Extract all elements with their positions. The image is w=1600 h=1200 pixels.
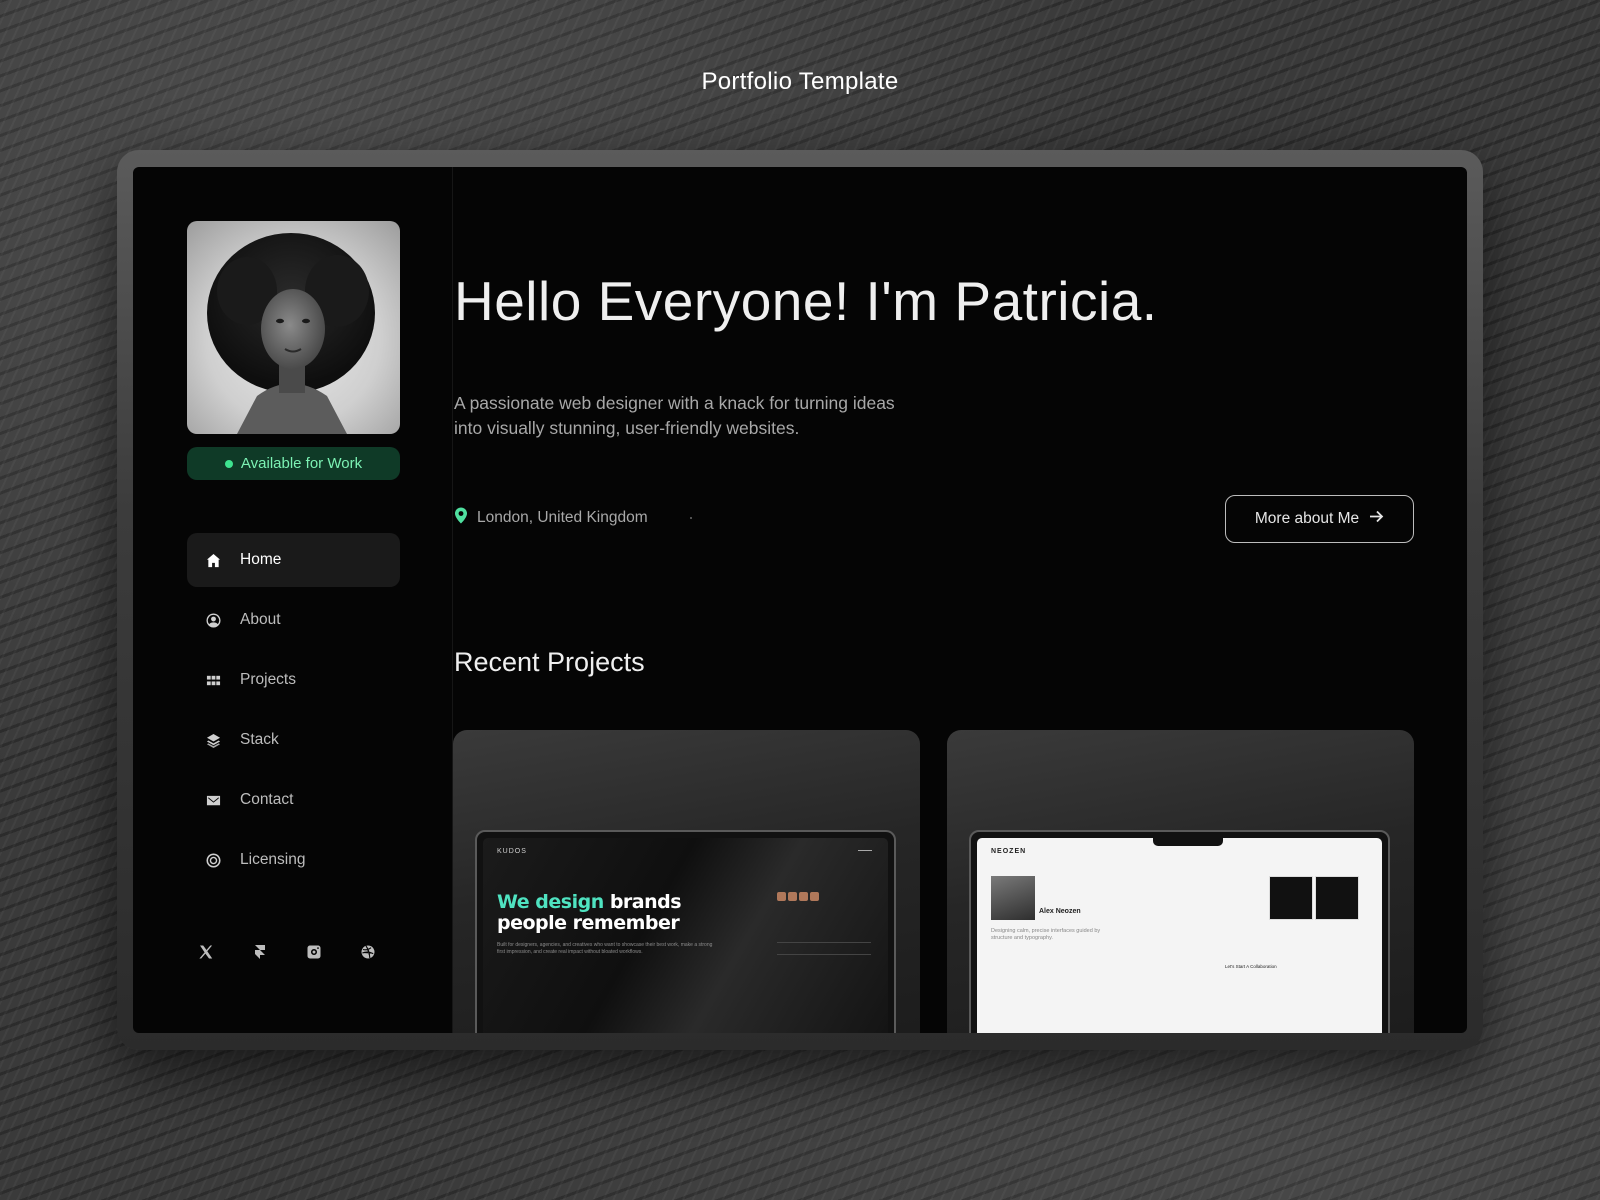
sidebar-item-licensing[interactable]: Licensing (187, 833, 400, 887)
thumbnail (810, 892, 819, 901)
availability-badge: Available for Work (187, 447, 400, 480)
divider (777, 942, 871, 943)
project-card-kudos[interactable]: KUDOS We design brands people remember B… (453, 730, 920, 1033)
location-label: London, United Kingdom (477, 509, 648, 526)
headline-rest: brands (603, 891, 682, 913)
hero-description: A passionate web designer with a knack f… (454, 393, 895, 438)
sidebar-item-label: Projects (240, 671, 296, 688)
headline-line2: people remember (497, 912, 680, 934)
dribbble-icon[interactable] (359, 943, 377, 961)
kudos-headline: We design brands people remember (497, 891, 682, 934)
thumbnail (777, 892, 786, 901)
user-circle-icon (205, 612, 222, 629)
sidebar-item-label: Home (240, 551, 282, 568)
recent-projects-title: Recent Projects (454, 647, 645, 677)
sidebar-item-about[interactable]: About (187, 593, 400, 647)
neozen-logo: NEOZEN (991, 848, 1027, 855)
availability-label: Available for Work (240, 455, 363, 472)
home-icon (205, 552, 222, 569)
laptop-screen: KUDOS We design brands people remember B… (483, 838, 888, 1033)
avatar (187, 221, 400, 434)
camera-notch (1153, 838, 1223, 846)
menu-icon (858, 850, 872, 851)
portrait-photo (207, 233, 375, 434)
social-links (197, 943, 377, 961)
arrow-right-icon (1369, 510, 1384, 528)
x-icon[interactable] (197, 943, 215, 961)
divider (777, 954, 871, 955)
grid-icon (205, 672, 222, 689)
licensing-icon (205, 852, 222, 869)
location-pin-icon (454, 507, 468, 529)
profile-name: Alex Neozen (1039, 908, 1081, 915)
instagram-icon[interactable] (305, 943, 323, 961)
laptop-mockup: NEOZEN Alex Neozen Designing calm, preci… (969, 830, 1390, 1033)
thumbnail (799, 892, 808, 901)
laptop-screen: NEOZEN Alex Neozen Designing calm, preci… (977, 838, 1382, 1033)
kudos-logo: KUDOS (497, 848, 527, 855)
sidebar-nav: Home About Projects Stack Contact Licens… (187, 533, 400, 893)
more-about-me-label: More about Me (1254, 510, 1360, 527)
sidebar-item-label: Licensing (240, 851, 306, 868)
thumbnail-strip (777, 892, 819, 901)
headline-accent: We design (497, 891, 604, 913)
layers-icon (205, 732, 222, 749)
project-thumbnail (1315, 876, 1359, 920)
location: London, United Kingdom (454, 507, 648, 529)
sidebar-item-label: About (240, 611, 281, 628)
status-dot-icon (224, 459, 233, 468)
project-card-neozen[interactable]: NEOZEN Alex Neozen Designing calm, preci… (947, 730, 1414, 1033)
thumbnail (788, 892, 797, 901)
page-heading: Portfolio Template (701, 68, 899, 95)
collaboration-link: Let's Start A Collaboration (1225, 964, 1277, 969)
sidebar-item-contact[interactable]: Contact (187, 773, 400, 827)
sidebar-item-label: Contact (240, 791, 294, 808)
sidebar-item-stack[interactable]: Stack (187, 713, 400, 767)
kudos-subtext: Built for designers, agencies, and creat… (497, 942, 713, 955)
hero-title: Hello Everyone! I'm Patricia. (454, 270, 1158, 332)
laptop-mockup: KUDOS We design brands people remember B… (475, 830, 896, 1033)
more-about-me-button[interactable]: More about Me (1225, 495, 1414, 543)
sidebar-item-label: Stack (240, 731, 279, 748)
project-thumbnail (1269, 876, 1313, 920)
sidebar-item-projects[interactable]: Projects (187, 653, 400, 707)
framer-icon[interactable] (251, 943, 269, 961)
profile-tagline: Designing calm, precise interfaces guide… (991, 928, 1101, 941)
sidebar-item-home[interactable]: Home (187, 533, 400, 587)
profile-photo (991, 876, 1035, 920)
sidebar: Available for Work Home About Projects S… (133, 167, 453, 1033)
separator-dot (690, 517, 692, 519)
mail-icon (205, 792, 222, 809)
portfolio-screen: Available for Work Home About Projects S… (133, 167, 1467, 1033)
